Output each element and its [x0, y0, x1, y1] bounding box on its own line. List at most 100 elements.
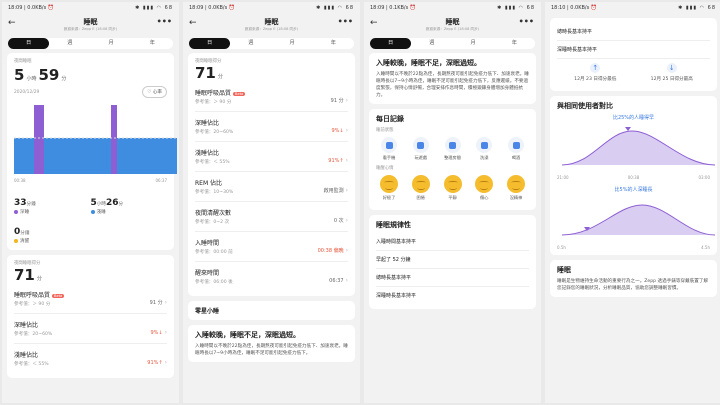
tab-week[interactable]: 週: [49, 38, 90, 49]
metric-row[interactable]: 醒來時間 參考值：06:00 後 06:37 ›: [195, 262, 348, 291]
sleep-date: 2020/12/29: [14, 89, 40, 95]
pre-sleep-option[interactable]: 洗澡: [471, 137, 497, 161]
advice-card: 入睡較晚，睡眠不足，深眠過短。 入睡時間以不晚於22點為佳，長期熬夜可能引起免疫…: [369, 53, 536, 104]
mood-face-icon: [380, 175, 398, 193]
tab-day[interactable]: 日: [370, 38, 412, 49]
more-icon[interactable]: •••: [338, 17, 353, 26]
tab-day[interactable]: 日: [8, 38, 50, 49]
pre-sleep-option[interactable]: 喝酒: [503, 137, 529, 161]
axis-tick: 0.5h: [557, 245, 566, 250]
metric-row[interactable]: 入睡時間 參考值：00:00 前 00:38 偏晚 ›: [195, 232, 348, 262]
score-value: 71 分: [195, 64, 348, 82]
metric-title: 醒來時間: [195, 270, 220, 277]
mood-label: 傷心: [480, 195, 489, 200]
arrow-up-icon: ↑: [590, 63, 601, 73]
metric-row[interactable]: 深睡佔比 參考值：20~60% 9%↓ ›: [195, 112, 348, 142]
tab-month[interactable]: 月: [272, 38, 313, 49]
status-bar: 18:09 | 0.0KB/s ⏰ ✱ ▮▮▮ ◠ 68: [2, 2, 179, 14]
axis-1: 21:00 00:38 03:00: [557, 175, 710, 180]
data-source: 數據來源：Zepp E (18:08 同步): [244, 27, 299, 31]
metric-row[interactable]: REM 佔比 參考值：10~30% 啟用監測 ›: [195, 172, 348, 202]
chevron-right-icon: ›: [345, 127, 348, 134]
light-hours-unit: 小時: [96, 202, 106, 207]
tab-day[interactable]: 日: [189, 38, 231, 49]
top-bar: ← 睡眠 數據來源：Zepp E (18:08 同步) •••: [2, 14, 179, 36]
pattern-text: 深睡時長基本持平: [376, 293, 417, 299]
pattern-row: 深睡時長基本持平: [557, 41, 710, 59]
metric-row[interactable]: 睡眠呼吸品質 Beta 參考值：＞ 90 分 91 分 ›: [14, 284, 167, 314]
score-unit: 分: [36, 276, 42, 282]
arrow-up-icon: ↑: [339, 158, 344, 164]
metric-title: 睡眠呼吸品質: [14, 292, 51, 299]
hours-unit: 小時: [26, 76, 37, 82]
mood-label: 沒精神: [509, 195, 523, 200]
mood-option[interactable]: 好極了: [376, 175, 402, 201]
tab-month[interactable]: 月: [91, 38, 132, 49]
option-label: 整理房間: [444, 155, 461, 160]
metric-title: 淺睡佔比: [14, 352, 39, 359]
status-right: ✱ ▮▮▮ ◠ 68: [497, 5, 535, 11]
metric-row[interactable]: 夜間清醒次數 參考值：0~2 次 0 次 ›: [195, 202, 348, 232]
pattern-title: 睡眠規律性: [376, 221, 411, 229]
metric-row[interactable]: 淺睡佔比 參考值：＜ 55% 91%↑ ›: [14, 344, 167, 373]
sleep-duration: 5 小時 59 分: [14, 66, 167, 84]
score-value: 71 分: [14, 266, 167, 284]
metric-value: 00:38 偏晚: [317, 248, 344, 254]
nap-card[interactable]: 零星小睡: [188, 301, 355, 320]
chevron-right-icon: ›: [164, 329, 167, 336]
metric-row[interactable]: 深睡佔比 參考值：20~60% 9%↓ ›: [14, 314, 167, 344]
mood-option[interactable]: 沒精神: [503, 175, 529, 201]
pre-sleep-option[interactable]: 看手機: [376, 137, 402, 161]
pre-sleep-option[interactable]: 玩遊戲: [408, 137, 434, 161]
metric-ref: 參考值：＞ 90 分: [195, 100, 232, 105]
period-tabs: 日 週 月 年: [8, 38, 173, 49]
status-right: ✱ ▮▮▮ ◠ 68: [135, 5, 173, 11]
beta-badge: Beta: [233, 91, 246, 96]
mood-option[interactable]: 平靜: [440, 175, 466, 201]
data-source: 數據來源：Zepp E (18:08 同步): [425, 27, 480, 31]
deep-dot-icon: [14, 210, 18, 214]
deep-sleep-distribution-chart: [561, 204, 716, 236]
metric-ref: 參考值：＞ 90 分: [14, 302, 51, 307]
heart-rate-button[interactable]: ♡ 心率: [142, 86, 167, 98]
status-left: 18:09 | 0.0KB/s ⏰: [8, 5, 55, 11]
metric-row[interactable]: 淺睡佔比 參考值：＜ 55% 91%↑ ›: [195, 142, 348, 172]
trend-lowest-text: 12月 23 日得分最低: [574, 77, 617, 82]
light-dot-icon: [90, 210, 95, 214]
pattern-text: 總時長基本持平: [376, 275, 412, 281]
page-title: 睡眠: [264, 18, 279, 26]
tidy-icon: [449, 141, 456, 149]
deep-sleep-bar: [34, 105, 44, 174]
tab-month[interactable]: 月: [453, 38, 494, 49]
metric-row[interactable]: 睡眠呼吸品質 Beta 參考值：＞ 90 分 91 分 ›: [195, 82, 348, 112]
deep-value: 33: [14, 198, 27, 208]
status-bar: 18:10 | 0.0KB/s ⏰ ✱ ▮▮▮ ◠ 68: [545, 2, 720, 14]
mood-subtitle: 睡醒心情: [376, 166, 394, 171]
user-marker-icon: [625, 127, 631, 131]
tab-week[interactable]: 週: [230, 38, 271, 49]
beta-badge: Beta: [52, 293, 65, 298]
pattern-row: 總時長基本持平: [376, 269, 529, 287]
mood-option[interactable]: 傷心: [471, 175, 497, 201]
metric-value[interactable]: 啟用監測: [324, 188, 344, 194]
tab-year[interactable]: 年: [132, 38, 173, 49]
period-tabs: 日 週 月 年: [189, 38, 354, 49]
chevron-right-icon: ›: [345, 217, 348, 224]
tab-week[interactable]: 週: [411, 38, 452, 49]
tab-year[interactable]: 年: [313, 38, 354, 49]
info-text: 睡眠是生物維持生命活動的重要行為之一。Zepp 透過手錶等穿戴裝置了解您記錄您的…: [557, 279, 709, 291]
more-icon[interactable]: •••: [519, 17, 534, 26]
status-right: ✱ ▮▮▮ ◠ 68: [678, 5, 716, 11]
page-title: 睡眠: [83, 18, 98, 26]
chevron-right-icon: ›: [164, 299, 167, 306]
tab-year[interactable]: 年: [494, 38, 535, 49]
mood-option[interactable]: 困倦: [408, 175, 434, 201]
mood-face-icon: [411, 175, 430, 193]
arrow-up-icon: ↑: [158, 360, 163, 366]
more-icon[interactable]: •••: [157, 17, 172, 26]
deep-summary: 33分鐘 深睡: [14, 188, 91, 215]
pre-sleep-option[interactable]: 整理房間: [440, 137, 466, 161]
status-left: 18:10 | 0.0KB/s ⏰: [551, 5, 598, 11]
trend-lowest: ↑ 12月 23 日得分最低: [574, 63, 616, 82]
arrow-down-icon: ↓: [158, 330, 163, 336]
